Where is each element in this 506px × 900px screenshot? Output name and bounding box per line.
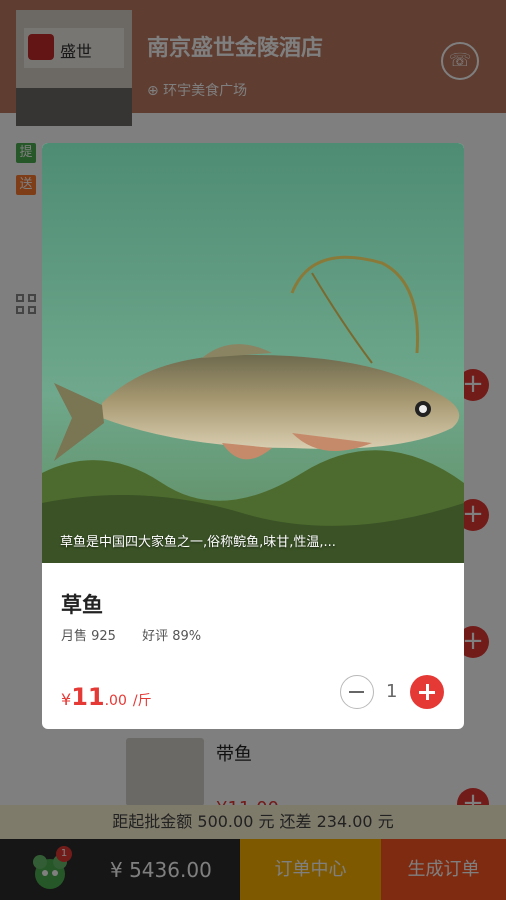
dish-detail-modal: 草鱼是中国四大家鱼之一,俗称鲩鱼,味甘,性温,... 草鱼 月售 925 好评 … [42,143,464,729]
currency-symbol: ¥ [61,690,72,709]
dish-title: 草鱼 [61,593,103,617]
dish-price-display: ¥11.00/斤 [61,683,152,711]
increase-quantity-button[interactable] [410,675,444,709]
price-decimal: .00 [104,693,127,709]
dish-photo [42,143,464,563]
quantity-value: 1 [386,681,398,702]
dish-stats: 月售 925 好评 89% [61,625,223,644]
dish-description: 草鱼是中国四大家鱼之一,俗称鲩鱼,味甘,性温,... [60,535,336,550]
rating: 好评 89% [142,629,202,644]
decrease-quantity-button[interactable] [340,675,374,709]
price-integer: 11 [71,683,105,711]
monthly-sales: 月售 925 [61,629,116,644]
price-unit: /斤 [132,693,152,709]
